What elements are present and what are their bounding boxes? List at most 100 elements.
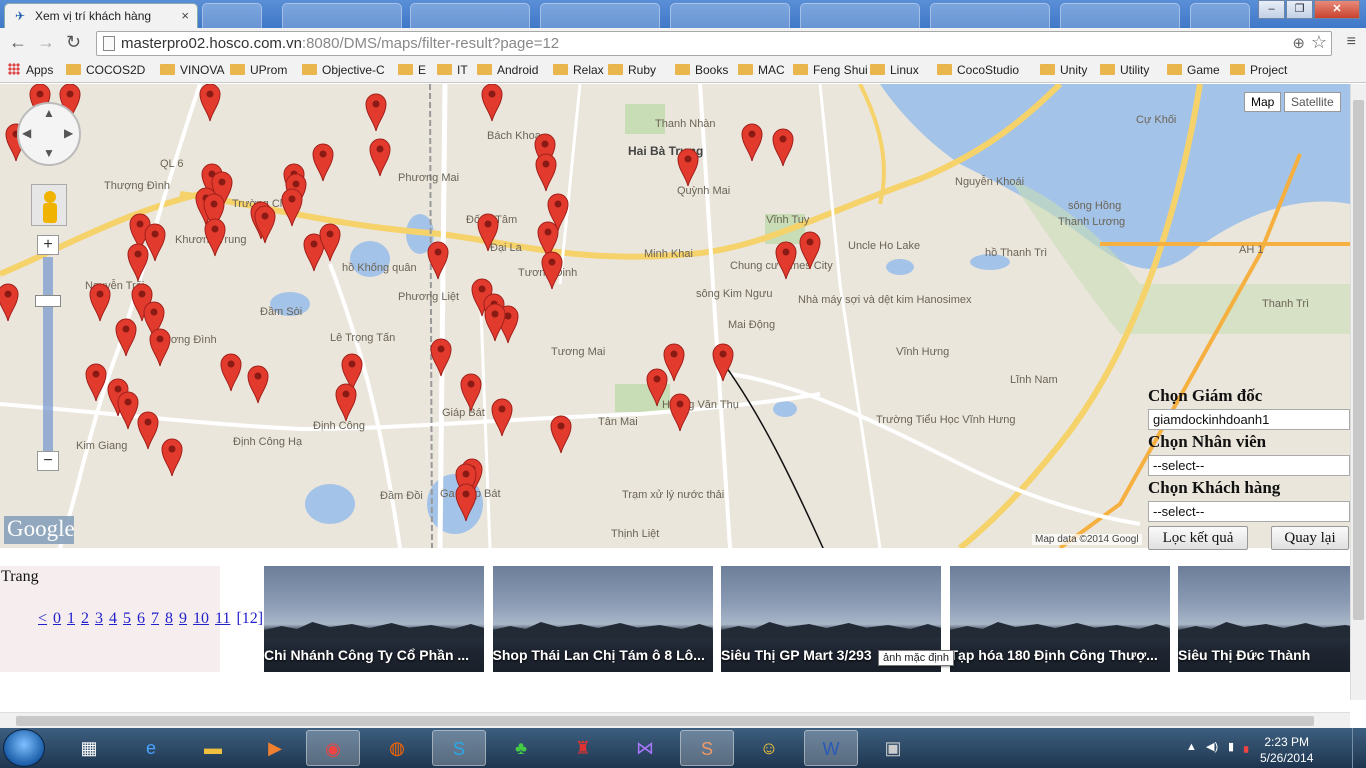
- map-marker-icon[interactable]: [459, 372, 483, 412]
- minimize-button[interactable]: –: [1258, 0, 1285, 19]
- clover-icon[interactable]: ♣: [494, 730, 548, 766]
- map-marker-icon[interactable]: [483, 302, 507, 342]
- new-tab-button[interactable]: [202, 3, 262, 28]
- address-bar[interactable]: masterpro02.hosco.com.vn:8080/DMS/maps/f…: [96, 31, 1332, 56]
- restore-button[interactable]: ❐: [1286, 0, 1313, 19]
- zoom-icon[interactable]: ⊕: [1292, 32, 1305, 55]
- tab-background[interactable]: [670, 3, 790, 28]
- pagination-page-link[interactable]: 0: [53, 610, 61, 627]
- chat-app-icon[interactable]: ☺: [742, 730, 796, 766]
- bookmark-folder[interactable]: Feng Shui: [793, 63, 868, 77]
- bookmark-folder[interactable]: Project: [1230, 63, 1287, 77]
- pagination-prev-link[interactable]: <: [38, 610, 47, 627]
- customer-select[interactable]: --select--: [1148, 501, 1350, 522]
- staff-select[interactable]: --select--: [1148, 455, 1350, 476]
- map-marker-icon[interactable]: [711, 342, 735, 382]
- bookmark-folder[interactable]: IT: [437, 63, 468, 77]
- tab-background[interactable]: [410, 3, 530, 28]
- media-player-icon[interactable]: ▶: [248, 730, 302, 766]
- bookmark-folder[interactable]: Books: [675, 63, 728, 77]
- chrome-menu-icon[interactable]: ≡: [1347, 33, 1356, 51]
- firefox-icon[interactable]: ◍: [370, 730, 424, 766]
- tab-background[interactable]: [1190, 3, 1250, 28]
- customer-thumbnail[interactable]: Shop Thái Lan Chị Tám ô 8 Lô...: [492, 566, 713, 672]
- map-marker-icon[interactable]: [480, 84, 504, 122]
- map-marker-icon[interactable]: [549, 414, 573, 454]
- filter-button[interactable]: Lọc kết quả: [1148, 526, 1248, 550]
- map-marker-icon[interactable]: [368, 137, 392, 177]
- signal-icon[interactable]: ▖: [1244, 740, 1252, 753]
- bookmark-folder[interactable]: Game: [1167, 63, 1220, 77]
- map-marker-icon[interactable]: [740, 122, 764, 162]
- map-marker-icon[interactable]: [246, 364, 270, 404]
- map-type-map-button[interactable]: Map: [1244, 92, 1282, 112]
- map-marker-icon[interactable]: [771, 127, 795, 167]
- zoom-control[interactable]: + −: [35, 235, 61, 475]
- map-marker-icon[interactable]: [426, 240, 450, 280]
- map-attribution[interactable]: Map data ©2014 Googl: [1032, 534, 1142, 545]
- map-marker-icon[interactable]: [645, 367, 669, 407]
- chrome-icon[interactable]: ◉: [306, 730, 360, 766]
- pagination-page-link[interactable]: 8: [165, 610, 173, 627]
- pan-down-icon[interactable]: ▼: [43, 146, 55, 160]
- map-marker-icon[interactable]: [126, 242, 150, 282]
- taskbar-clock[interactable]: 2:23 PM 5/26/2014: [1260, 734, 1313, 766]
- tab-background[interactable]: [282, 3, 402, 28]
- customer-thumbnail[interactable]: Chi Nhánh Công Ty Cổ Phần ...: [264, 566, 484, 672]
- bookmark-folder[interactable]: Relax: [553, 63, 604, 77]
- map-marker-icon[interactable]: [668, 392, 692, 432]
- file-explorer-icon[interactable]: ▬: [186, 730, 240, 766]
- map-marker-icon[interactable]: [534, 152, 558, 192]
- map-marker-icon[interactable]: [476, 212, 500, 252]
- map-pan-control[interactable]: ▲ ▼ ◀ ▶: [17, 102, 81, 166]
- pagination-page-link[interactable]: 2: [81, 610, 89, 627]
- horizontal-scrollbar[interactable]: [0, 712, 1350, 728]
- tray-arrow-icon[interactable]: ▲: [1186, 741, 1197, 753]
- map-marker-icon[interactable]: [253, 204, 277, 244]
- map-marker-icon[interactable]: [334, 382, 358, 422]
- skype-icon[interactable]: S: [432, 730, 486, 766]
- back-arrow-icon[interactable]: ←: [9, 32, 27, 53]
- map-type-satellite-button[interactable]: Satellite: [1284, 92, 1341, 112]
- pan-right-icon[interactable]: ▶: [64, 126, 73, 140]
- network-icon[interactable]: ▮: [1228, 740, 1234, 753]
- zoom-in-button[interactable]: +: [37, 235, 59, 255]
- zoom-out-button[interactable]: −: [37, 451, 59, 471]
- pagination-page-link[interactable]: 7: [151, 610, 159, 627]
- pagination-page-link[interactable]: 4: [109, 610, 117, 627]
- tab-background[interactable]: [1060, 3, 1180, 28]
- bookmark-apps[interactable]: Apps: [8, 63, 53, 77]
- map-marker-icon[interactable]: [774, 240, 798, 280]
- app-icon[interactable]: ▦: [62, 730, 116, 766]
- pan-up-icon[interactable]: ▲: [43, 106, 55, 120]
- map-marker-icon[interactable]: [280, 187, 304, 227]
- app-icon[interactable]: ♜: [556, 730, 610, 766]
- map-marker-icon[interactable]: [114, 317, 138, 357]
- computer-icon[interactable]: ▣: [866, 730, 920, 766]
- map-marker-icon[interactable]: [84, 362, 108, 402]
- pagination-page-link[interactable]: 10: [193, 610, 209, 627]
- map-marker-icon[interactable]: [136, 410, 160, 450]
- zoom-slider-track[interactable]: [43, 257, 53, 453]
- visual-studio-icon[interactable]: ⋈: [618, 730, 672, 766]
- zoom-slider-handle[interactable]: [35, 295, 61, 307]
- pagination-page-link[interactable]: 1: [67, 610, 75, 627]
- tab-active[interactable]: ✈ Xem vị trí khách hàng ×: [4, 3, 198, 28]
- bookmark-folder[interactable]: CocoStudio: [937, 63, 1019, 77]
- tab-background[interactable]: [930, 3, 1050, 28]
- map-marker-icon[interactable]: [798, 230, 822, 270]
- customer-thumbnail[interactable]: Siêu Thị Đức Thành: [1178, 566, 1350, 672]
- map-marker-icon[interactable]: [318, 222, 342, 262]
- bookmark-folder[interactable]: VINOVA: [160, 63, 224, 77]
- bookmark-folder[interactable]: Linux: [870, 63, 919, 77]
- sublime-text-icon[interactable]: S: [680, 730, 734, 766]
- close-window-button[interactable]: ✕: [1314, 0, 1360, 19]
- map-marker-icon[interactable]: [364, 92, 388, 132]
- map-marker-icon[interactable]: [203, 217, 227, 257]
- map-marker-icon[interactable]: [219, 352, 243, 392]
- map-marker-icon[interactable]: [160, 437, 184, 477]
- pagination-page-link[interactable]: 11: [215, 610, 230, 627]
- map-marker-icon[interactable]: [676, 147, 700, 187]
- map-marker-icon[interactable]: [429, 337, 453, 377]
- back-button[interactable]: Quay lại: [1271, 526, 1349, 550]
